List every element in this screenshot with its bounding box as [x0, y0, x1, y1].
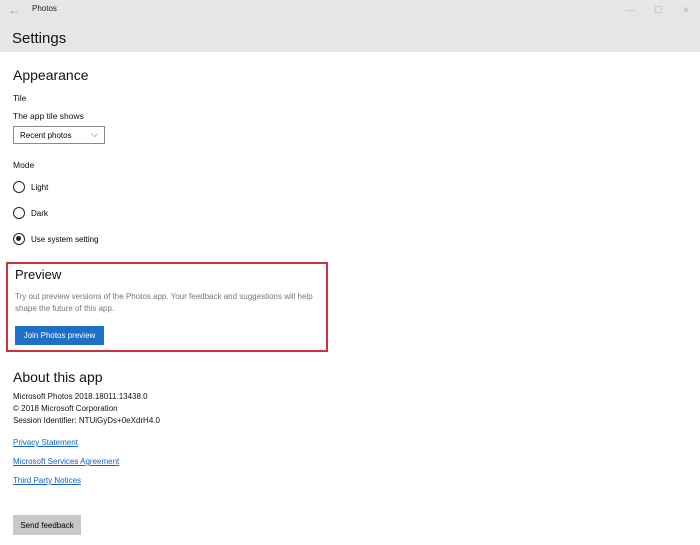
- settings-content: Appearance Tile The app tile shows Recen…: [0, 52, 700, 545]
- maximize-icon: ☐: [653, 4, 663, 15]
- back-button[interactable]: ←: [6, 3, 22, 17]
- services-agreement-link[interactable]: Microsoft Services Agreement: [13, 457, 119, 466]
- tile-shows-label: The app tile shows: [13, 111, 84, 121]
- app-version: Microsoft Photos 2018.18011.13438.0: [13, 392, 148, 401]
- mode-radio-light[interactable]: Light: [13, 181, 48, 193]
- maximize-button[interactable]: ☐: [644, 0, 672, 20]
- mode-label: Mode: [13, 160, 35, 170]
- tile-dropdown[interactable]: Recent photos ⌵: [13, 126, 105, 144]
- radio-icon: [13, 207, 25, 219]
- minimize-icon: —: [625, 5, 635, 15]
- privacy-statement-link[interactable]: Privacy Statement: [13, 438, 78, 447]
- radio-icon: [13, 181, 25, 193]
- join-preview-button[interactable]: Join Photos preview: [15, 326, 104, 345]
- session-identifier: Session Identifier: NTUiGyDs+0eXdrH4.0: [13, 416, 160, 425]
- close-icon: ✕: [682, 4, 690, 15]
- preview-description: Try out preview versions of the Photos a…: [15, 292, 313, 313]
- mode-radio-dark[interactable]: Dark: [13, 207, 48, 219]
- radio-selected-icon: [13, 233, 25, 245]
- send-feedback-button[interactable]: Send feedback: [13, 515, 81, 535]
- chevron-down-icon: ⌵: [91, 129, 98, 139]
- page-title: Settings: [12, 30, 67, 47]
- tile-dropdown-value: Recent photos: [20, 130, 72, 140]
- copyright: © 2018 Microsoft Corporation: [13, 404, 118, 413]
- mode-radio-system[interactable]: Use system setting: [13, 233, 99, 245]
- radio-label: Dark: [31, 208, 48, 218]
- radio-label: Light: [31, 182, 49, 192]
- about-heading: About this app: [13, 369, 103, 385]
- radio-label: Use system setting: [31, 234, 99, 244]
- title-bar: ← Photos — ☐ ✕: [0, 0, 700, 20]
- arrow-left-icon: ←: [8, 3, 20, 17]
- preview-section: Preview Try out preview versions of the …: [6, 262, 328, 352]
- minimize-button[interactable]: —: [616, 0, 644, 20]
- tile-label: Tile: [13, 93, 27, 103]
- page-header: Settings: [0, 20, 700, 52]
- app-title: Photos: [32, 4, 57, 13]
- appearance-heading: Appearance: [13, 67, 89, 83]
- preview-heading: Preview: [15, 267, 62, 282]
- window-controls: — ☐ ✕: [616, 0, 700, 20]
- close-button[interactable]: ✕: [672, 0, 700, 20]
- third-party-notices-link[interactable]: Third Party Notices: [13, 476, 81, 485]
